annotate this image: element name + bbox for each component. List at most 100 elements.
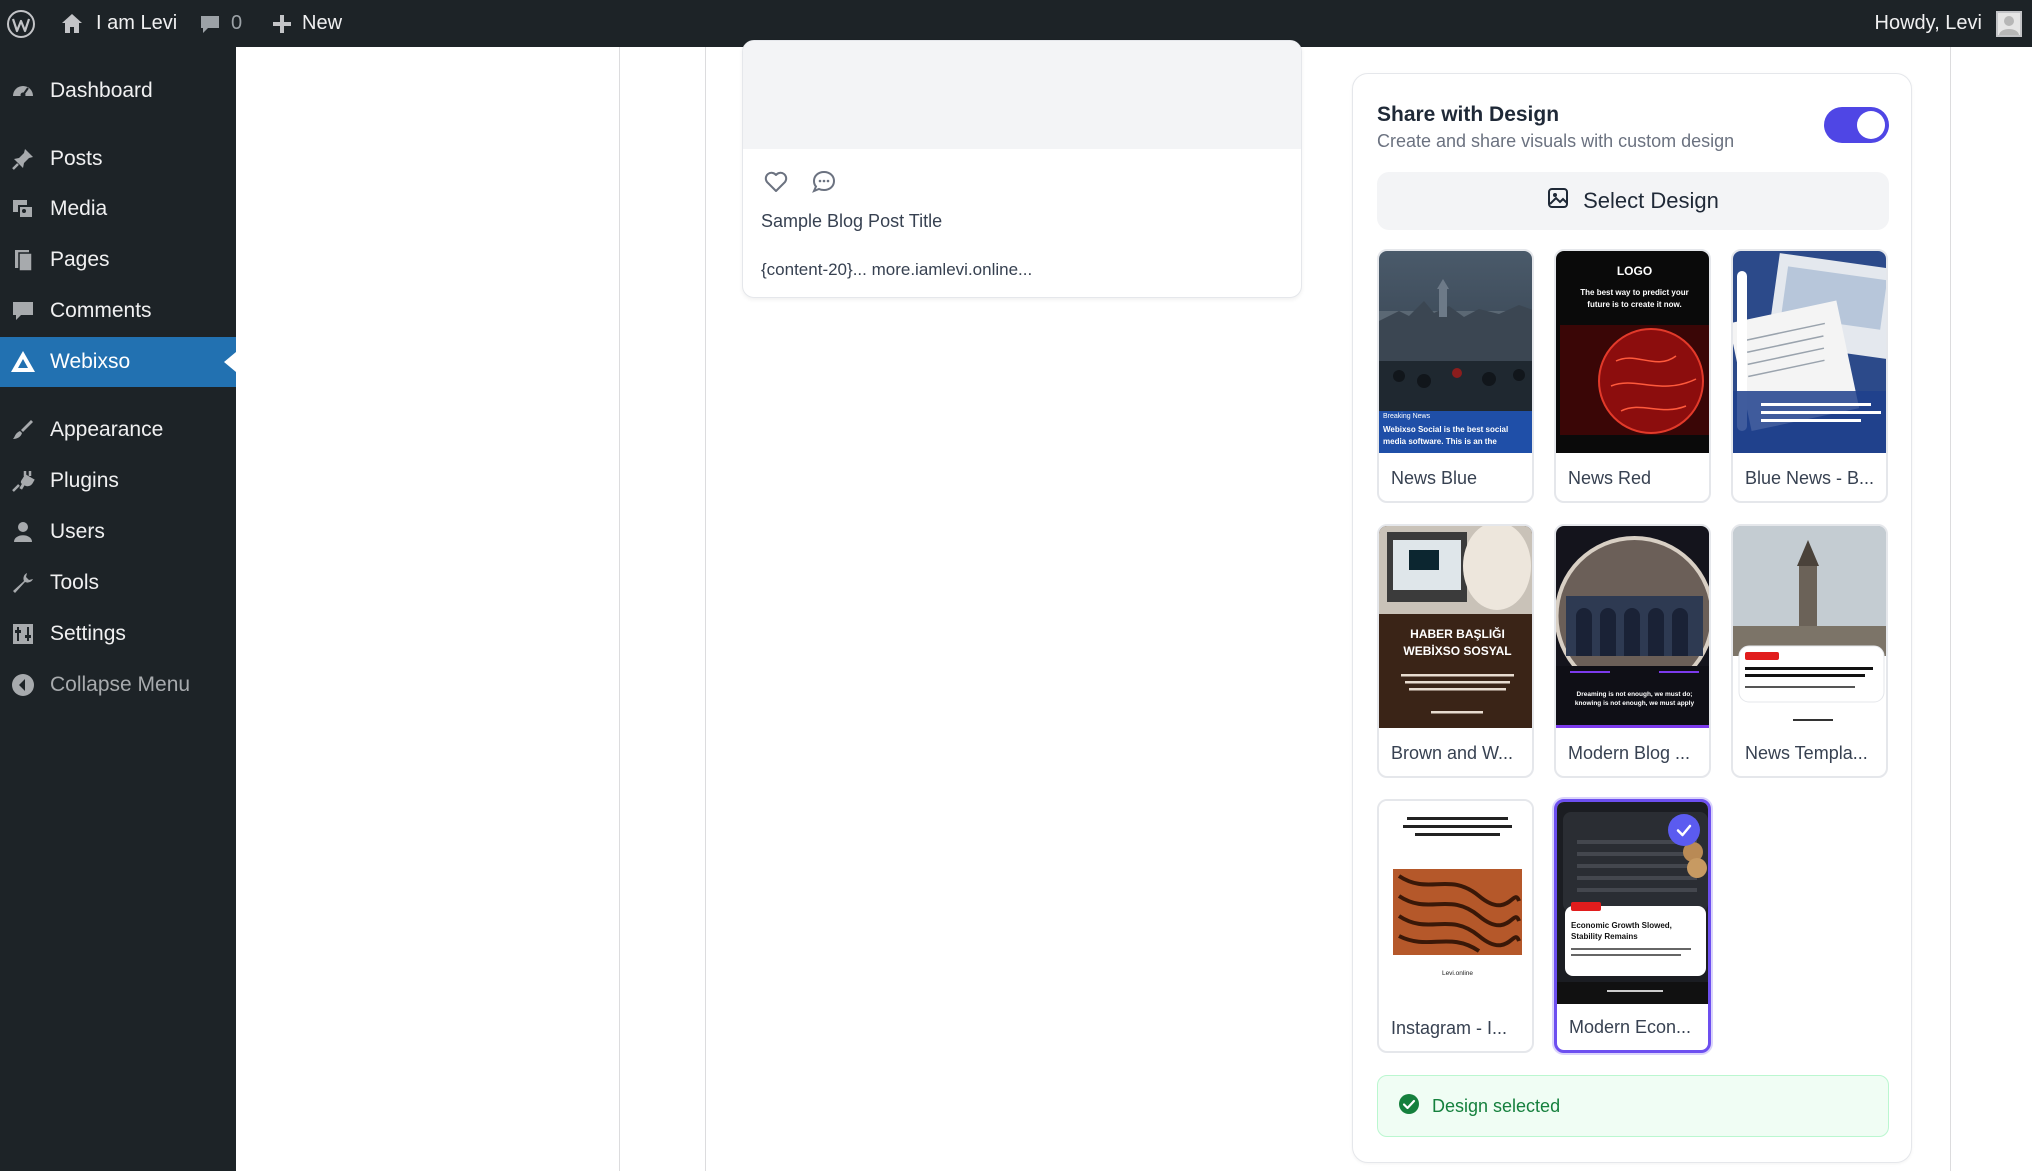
selected-check-icon bbox=[1668, 814, 1700, 846]
plug-icon bbox=[10, 468, 36, 494]
sidebar-item-appearance[interactable]: Appearance bbox=[0, 405, 236, 455]
sidebar-item-pages[interactable]: Pages bbox=[0, 235, 236, 285]
share-with-design-panel: Share with Design Create and share visua… bbox=[1352, 73, 1912, 1163]
pages-icon bbox=[10, 247, 36, 273]
design-card-news-blue[interactable]: Breaking News Webixso Social is the best… bbox=[1377, 249, 1534, 503]
panel-title: Share with Design bbox=[1377, 103, 1560, 126]
sidebar-item-label: Webixso bbox=[50, 350, 131, 373]
collapse-icon bbox=[10, 672, 36, 698]
design-thumbnail: HABER BAŞLIĞI WEBİXSO SOSYAL bbox=[1379, 526, 1532, 728]
thumb-text: Dreaming is not enough, we must do; bbox=[1577, 691, 1693, 698]
comment-icon bbox=[10, 298, 36, 324]
heart-icon[interactable] bbox=[763, 169, 789, 200]
image-icon bbox=[1547, 187, 1569, 215]
preview-actions bbox=[763, 169, 837, 200]
thumb-text: HABER BAŞLIĞI bbox=[1410, 626, 1505, 641]
sidebar-item-webixso[interactable]: Webixso bbox=[0, 337, 236, 387]
wordpress-logo-icon[interactable] bbox=[6, 0, 36, 47]
site-name: I am Levi bbox=[96, 12, 178, 34]
column-divider bbox=[1950, 47, 1951, 1171]
new-label: New bbox=[302, 12, 343, 34]
howdy-text: Howdy, Levi bbox=[1874, 12, 1982, 34]
thumb-text: Webixso Social is the best social bbox=[1383, 425, 1508, 434]
design-card-news-template[interactable]: News Templa... bbox=[1731, 524, 1888, 778]
sidebar-item-posts[interactable]: Posts bbox=[0, 134, 236, 184]
design-name: News Red bbox=[1568, 468, 1652, 488]
column-divider bbox=[619, 47, 620, 1171]
brush-icon bbox=[10, 417, 36, 443]
sidebar-item-dashboard[interactable]: Dashboard bbox=[0, 66, 236, 116]
plus-icon bbox=[272, 14, 292, 34]
webixso-icon bbox=[10, 349, 36, 375]
select-design-button[interactable]: Select Design bbox=[1377, 172, 1889, 230]
account-menu[interactable]: Howdy, Levi bbox=[1875, 0, 2022, 47]
thumb-text: future is to create it now. bbox=[1587, 300, 1681, 309]
sidebar-item-label: Tools bbox=[50, 571, 100, 594]
design-name: Modern Blog ... bbox=[1568, 743, 1691, 763]
dashboard-icon bbox=[10, 78, 36, 104]
sidebar-item-label: Users bbox=[50, 520, 105, 543]
design-card-brown-and-white[interactable]: HABER BAŞLIĞI WEBİXSO SOSYAL Brown and W… bbox=[1377, 524, 1534, 778]
sidebar-item-plugins[interactable]: Plugins bbox=[0, 456, 236, 506]
preview-post-excerpt: {content-20}... more.iamlevi.online... bbox=[761, 260, 1033, 279]
comment-bubble-icon bbox=[199, 13, 221, 35]
pin-icon bbox=[10, 146, 36, 172]
comment-icon[interactable] bbox=[811, 169, 837, 200]
sidebar-item-settings[interactable]: Settings bbox=[0, 609, 236, 659]
sidebar-item-media[interactable]: Media bbox=[0, 184, 236, 234]
thumb-text: The best way to predict your bbox=[1580, 288, 1688, 297]
thumb-text: Levi.online bbox=[1442, 970, 1473, 977]
design-thumbnail bbox=[1733, 526, 1886, 728]
design-card-modern-economy[interactable]: Economic Growth Slowed, Stability Remain… bbox=[1554, 799, 1711, 1053]
sidebar-item-label: Comments bbox=[50, 299, 152, 322]
preview-image-placeholder bbox=[743, 41, 1301, 149]
design-card-news-red[interactable]: LOGO The best way to predict your future… bbox=[1554, 249, 1711, 503]
design-name: Instagram - I... bbox=[1391, 1018, 1508, 1038]
wrench-icon bbox=[10, 570, 36, 596]
thumb-text: media software. This is an the bbox=[1383, 437, 1497, 446]
thumb-text: WEBİXSO SOSYAL bbox=[1403, 643, 1511, 658]
sidebar-item-label: Pages bbox=[50, 248, 110, 271]
comments-count: 0 bbox=[231, 12, 243, 34]
design-card-modern-blog[interactable]: Dreaming is not enough, we must do; know… bbox=[1554, 524, 1711, 778]
design-thumbnail: Breaking News Webixso Social is the best… bbox=[1379, 251, 1532, 453]
thumb-text: Economic Growth Slowed, bbox=[1571, 921, 1672, 930]
site-name-link[interactable]: I am Levi bbox=[60, 0, 177, 47]
user-icon bbox=[10, 519, 36, 545]
design-thumbnail: LOGO The best way to predict your future… bbox=[1556, 251, 1709, 453]
toggle-knob bbox=[1857, 111, 1885, 139]
avatar bbox=[1996, 10, 2022, 37]
sidebar-item-label: Media bbox=[50, 197, 108, 220]
preview-post-title: Sample Blog Post Title bbox=[761, 211, 943, 231]
thumb-text: Breaking News bbox=[1383, 413, 1431, 420]
design-thumbnail: Dreaming is not enough, we must do; know… bbox=[1556, 526, 1709, 728]
design-card-blue-news[interactable]: Blue News - B... bbox=[1731, 249, 1888, 503]
check-circle-icon bbox=[1398, 1093, 1420, 1120]
design-name: Brown and W... bbox=[1391, 743, 1514, 763]
design-thumbnail: Levi.online bbox=[1379, 801, 1532, 1003]
design-thumbnail bbox=[1733, 251, 1886, 453]
design-name: News Templa... bbox=[1745, 743, 1868, 763]
sidebar-item-label: Plugins bbox=[50, 469, 119, 492]
collapse-menu-button[interactable]: Collapse Menu bbox=[0, 660, 236, 710]
new-content-link[interactable]: New bbox=[272, 0, 342, 47]
sidebar-item-label: Collapse Menu bbox=[50, 673, 191, 696]
design-name: Blue News - B... bbox=[1745, 468, 1875, 488]
sidebar-item-comments[interactable]: Comments bbox=[0, 286, 236, 336]
post-preview-card: Sample Blog Post Title {content-20}... m… bbox=[742, 40, 1302, 298]
comments-link[interactable]: 0 bbox=[199, 0, 242, 47]
sidebar-item-users[interactable]: Users bbox=[0, 507, 236, 557]
design-card-instagram[interactable]: Levi.online Instagram - I... bbox=[1377, 799, 1534, 1053]
sidebar-item-label: Dashboard bbox=[50, 79, 153, 102]
select-design-label: Select Design bbox=[1583, 188, 1719, 213]
thumb-text: knowing is not enough, we must apply bbox=[1575, 700, 1695, 707]
thumb-text: LOGO bbox=[1617, 264, 1652, 278]
settings-icon bbox=[10, 621, 36, 647]
column-divider bbox=[705, 47, 706, 1171]
sidebar-item-tools[interactable]: Tools bbox=[0, 558, 236, 608]
thumb-text: Stability Remains bbox=[1571, 932, 1638, 941]
share-design-toggle[interactable] bbox=[1824, 107, 1889, 143]
admin-sidebar: Dashboard Posts Media Pages Comments Web… bbox=[0, 47, 236, 1171]
home-icon bbox=[60, 12, 84, 36]
sidebar-item-label: Appearance bbox=[50, 418, 164, 441]
